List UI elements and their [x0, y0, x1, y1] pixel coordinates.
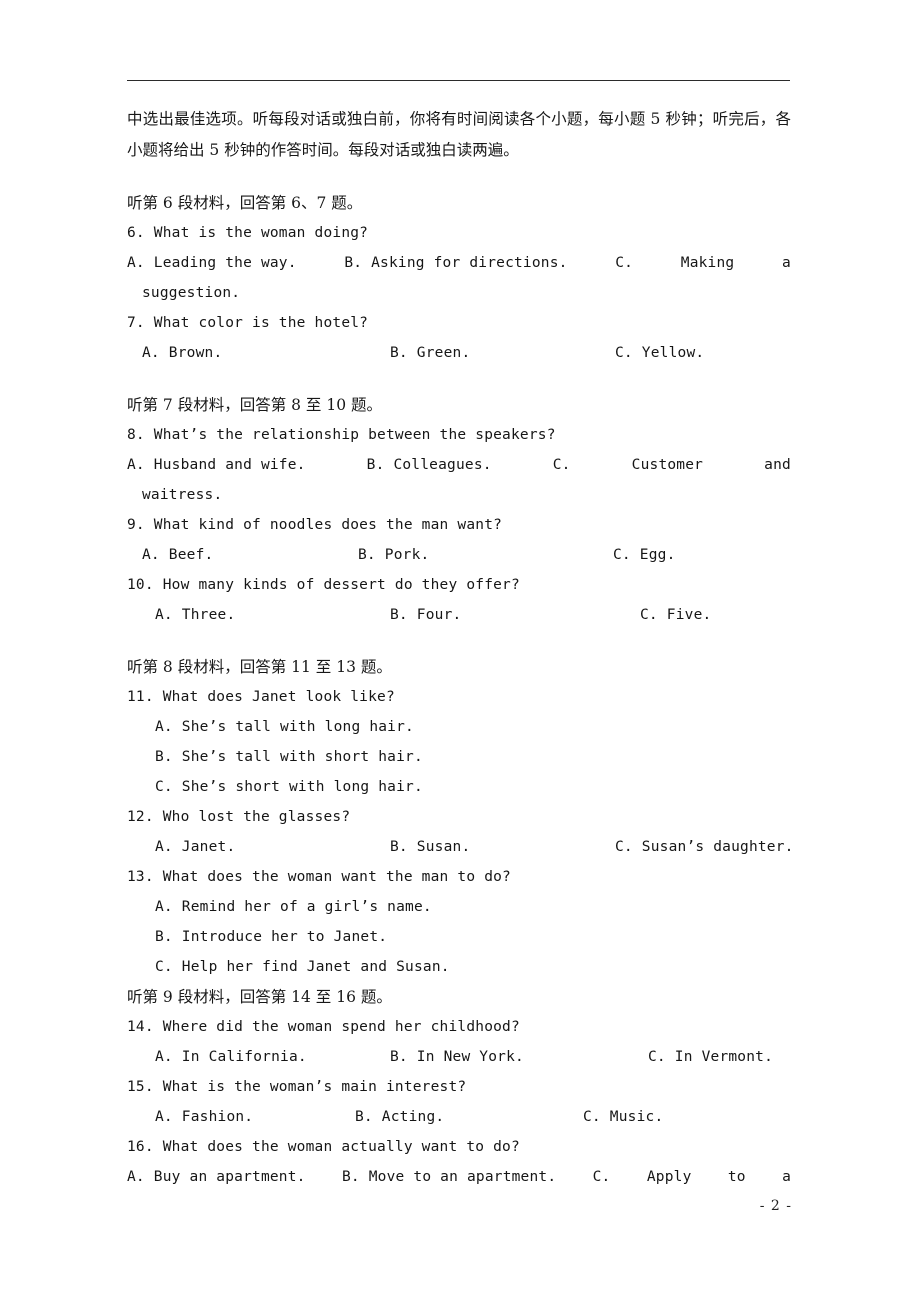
- option-14-b[interactable]: B. In New York.: [390, 1042, 524, 1072]
- option-7-b[interactable]: B. Green.: [390, 338, 470, 368]
- page-number: - 2 -: [759, 1198, 792, 1214]
- section-heading-8: 听第 8 段材料，回答第 11 至 13 题。: [127, 658, 392, 676]
- option-6-c-label[interactable]: C.: [615, 248, 633, 278]
- question-stem-12: 12. Who lost the glasses?: [127, 809, 351, 825]
- option-6-c-word2[interactable]: a: [782, 248, 791, 278]
- option-14-a[interactable]: A. In California.: [155, 1042, 307, 1072]
- option-11-c[interactable]: C. She’s short with long hair.: [127, 772, 791, 802]
- option-12-b[interactable]: B. Susan.: [390, 832, 470, 862]
- option-15-c[interactable]: C. Music.: [583, 1102, 663, 1132]
- option-11-b[interactable]: B. She’s tall with short hair.: [127, 742, 791, 772]
- option-16-a[interactable]: A. Buy an apartment.: [127, 1162, 306, 1192]
- option-row-7: A. Brown. B. Green. C. Yellow.: [127, 338, 791, 368]
- option-13-b[interactable]: B. Introduce her to Janet.: [127, 922, 791, 952]
- option-10-b[interactable]: B. Four.: [390, 600, 461, 630]
- option-6-c-continuation[interactable]: suggestion.: [127, 278, 791, 308]
- option-16-c-word1[interactable]: Apply: [647, 1162, 692, 1192]
- option-7-c[interactable]: C. Yellow.: [615, 338, 704, 368]
- option-10-c[interactable]: C. Five.: [640, 600, 711, 630]
- exam-page: 中选出最佳选项。听每段对话或独白前，你将有时间阅读各个小题，每小题 5 秒钟；听…: [0, 0, 920, 1302]
- option-16-c-word3[interactable]: a: [782, 1162, 791, 1192]
- option-8-c-continuation[interactable]: waitress.: [127, 480, 791, 510]
- option-row-10: A. Three. B. Four. C. Five.: [127, 600, 791, 630]
- option-14-c[interactable]: C. In Vermont.: [648, 1042, 773, 1072]
- option-15-b[interactable]: B. Acting.: [355, 1102, 444, 1132]
- option-row-9: A. Beef. B. Pork. C. Egg.: [127, 540, 791, 570]
- option-8-a[interactable]: A. Husband and wife.: [127, 450, 306, 480]
- intro-paragraph: 中选出最佳选项。听每段对话或独白前，你将有时间阅读各个小题，每小题 5 秒钟；听…: [127, 110, 791, 159]
- option-8-b[interactable]: B. Colleagues.: [367, 450, 492, 480]
- option-12-c[interactable]: C. Susan’s daughter.: [615, 832, 794, 862]
- option-6-b[interactable]: B. Asking for directions.: [344, 248, 567, 278]
- option-7-a[interactable]: A. Brown.: [142, 338, 222, 368]
- option-16-c-label[interactable]: C.: [593, 1162, 611, 1192]
- section-heading-6: 听第 6 段材料，回答第 6、7 题。: [127, 194, 363, 212]
- option-9-b[interactable]: B. Pork.: [358, 540, 429, 570]
- question-stem-6: 6. What is the woman doing?: [127, 225, 369, 241]
- option-10-a[interactable]: A. Three.: [155, 600, 235, 630]
- option-row-14: A. In California. B. In New York. C. In …: [127, 1042, 791, 1072]
- question-stem-10: 10. How many kinds of dessert do they of…: [127, 577, 520, 593]
- option-16-c-word2[interactable]: to: [728, 1162, 746, 1192]
- section-heading-7: 听第 7 段材料，回答第 8 至 10 题。: [127, 396, 383, 414]
- option-13-c[interactable]: C. Help her find Janet and Susan.: [127, 952, 791, 982]
- option-8-c-word1[interactable]: Customer: [632, 450, 703, 480]
- option-9-a[interactable]: A. Beef.: [142, 540, 213, 570]
- page-content: 中选出最佳选项。听每段对话或独白前，你将有时间阅读各个小题，每小题 5 秒钟；听…: [127, 104, 794, 1192]
- option-16-b[interactable]: B. Move to an apartment.: [342, 1162, 556, 1192]
- option-11-a[interactable]: A. She’s tall with long hair.: [127, 712, 791, 742]
- question-stem-7: 7. What color is the hotel?: [127, 315, 369, 331]
- question-stem-8: 8. What’s the relationship between the s…: [127, 427, 556, 443]
- question-stem-9: 9. What kind of noodles does the man wan…: [127, 517, 503, 533]
- question-stem-16: 16. What does the woman actually want to…: [127, 1139, 520, 1155]
- option-8-c-label[interactable]: C.: [553, 450, 571, 480]
- option-12-a[interactable]: A. Janet.: [155, 832, 235, 862]
- option-6-a[interactable]: A. Leading the way.: [127, 248, 297, 278]
- option-6-c-word1[interactable]: Making: [681, 248, 735, 278]
- question-stem-15: 15. What is the woman’s main interest?: [127, 1079, 467, 1095]
- option-row-6: A. Leading the way. B. Asking for direct…: [127, 248, 791, 278]
- option-15-a[interactable]: A. Fashion.: [155, 1102, 253, 1132]
- option-row-15: A. Fashion. B. Acting. C. Music.: [127, 1102, 791, 1132]
- option-9-c[interactable]: C. Egg.: [613, 540, 676, 570]
- question-stem-11: 11. What does Janet look like?: [127, 689, 395, 705]
- question-stem-14: 14. Where did the woman spend her childh…: [127, 1019, 520, 1035]
- option-13-a[interactable]: A. Remind her of a girl’s name.: [127, 892, 791, 922]
- option-row-16: A. Buy an apartment. B. Move to an apart…: [127, 1162, 791, 1192]
- option-row-12: A. Janet. B. Susan. C. Susan’s daughter.: [127, 832, 794, 862]
- question-stem-13: 13. What does the woman want the man to …: [127, 869, 511, 885]
- header-rule: [127, 80, 790, 81]
- section-heading-9: 听第 9 段材料，回答第 14 至 16 题。: [127, 988, 392, 1006]
- option-8-c-word2[interactable]: and: [764, 450, 791, 480]
- option-row-8: A. Husband and wife. B. Colleagues. C. C…: [127, 450, 791, 480]
